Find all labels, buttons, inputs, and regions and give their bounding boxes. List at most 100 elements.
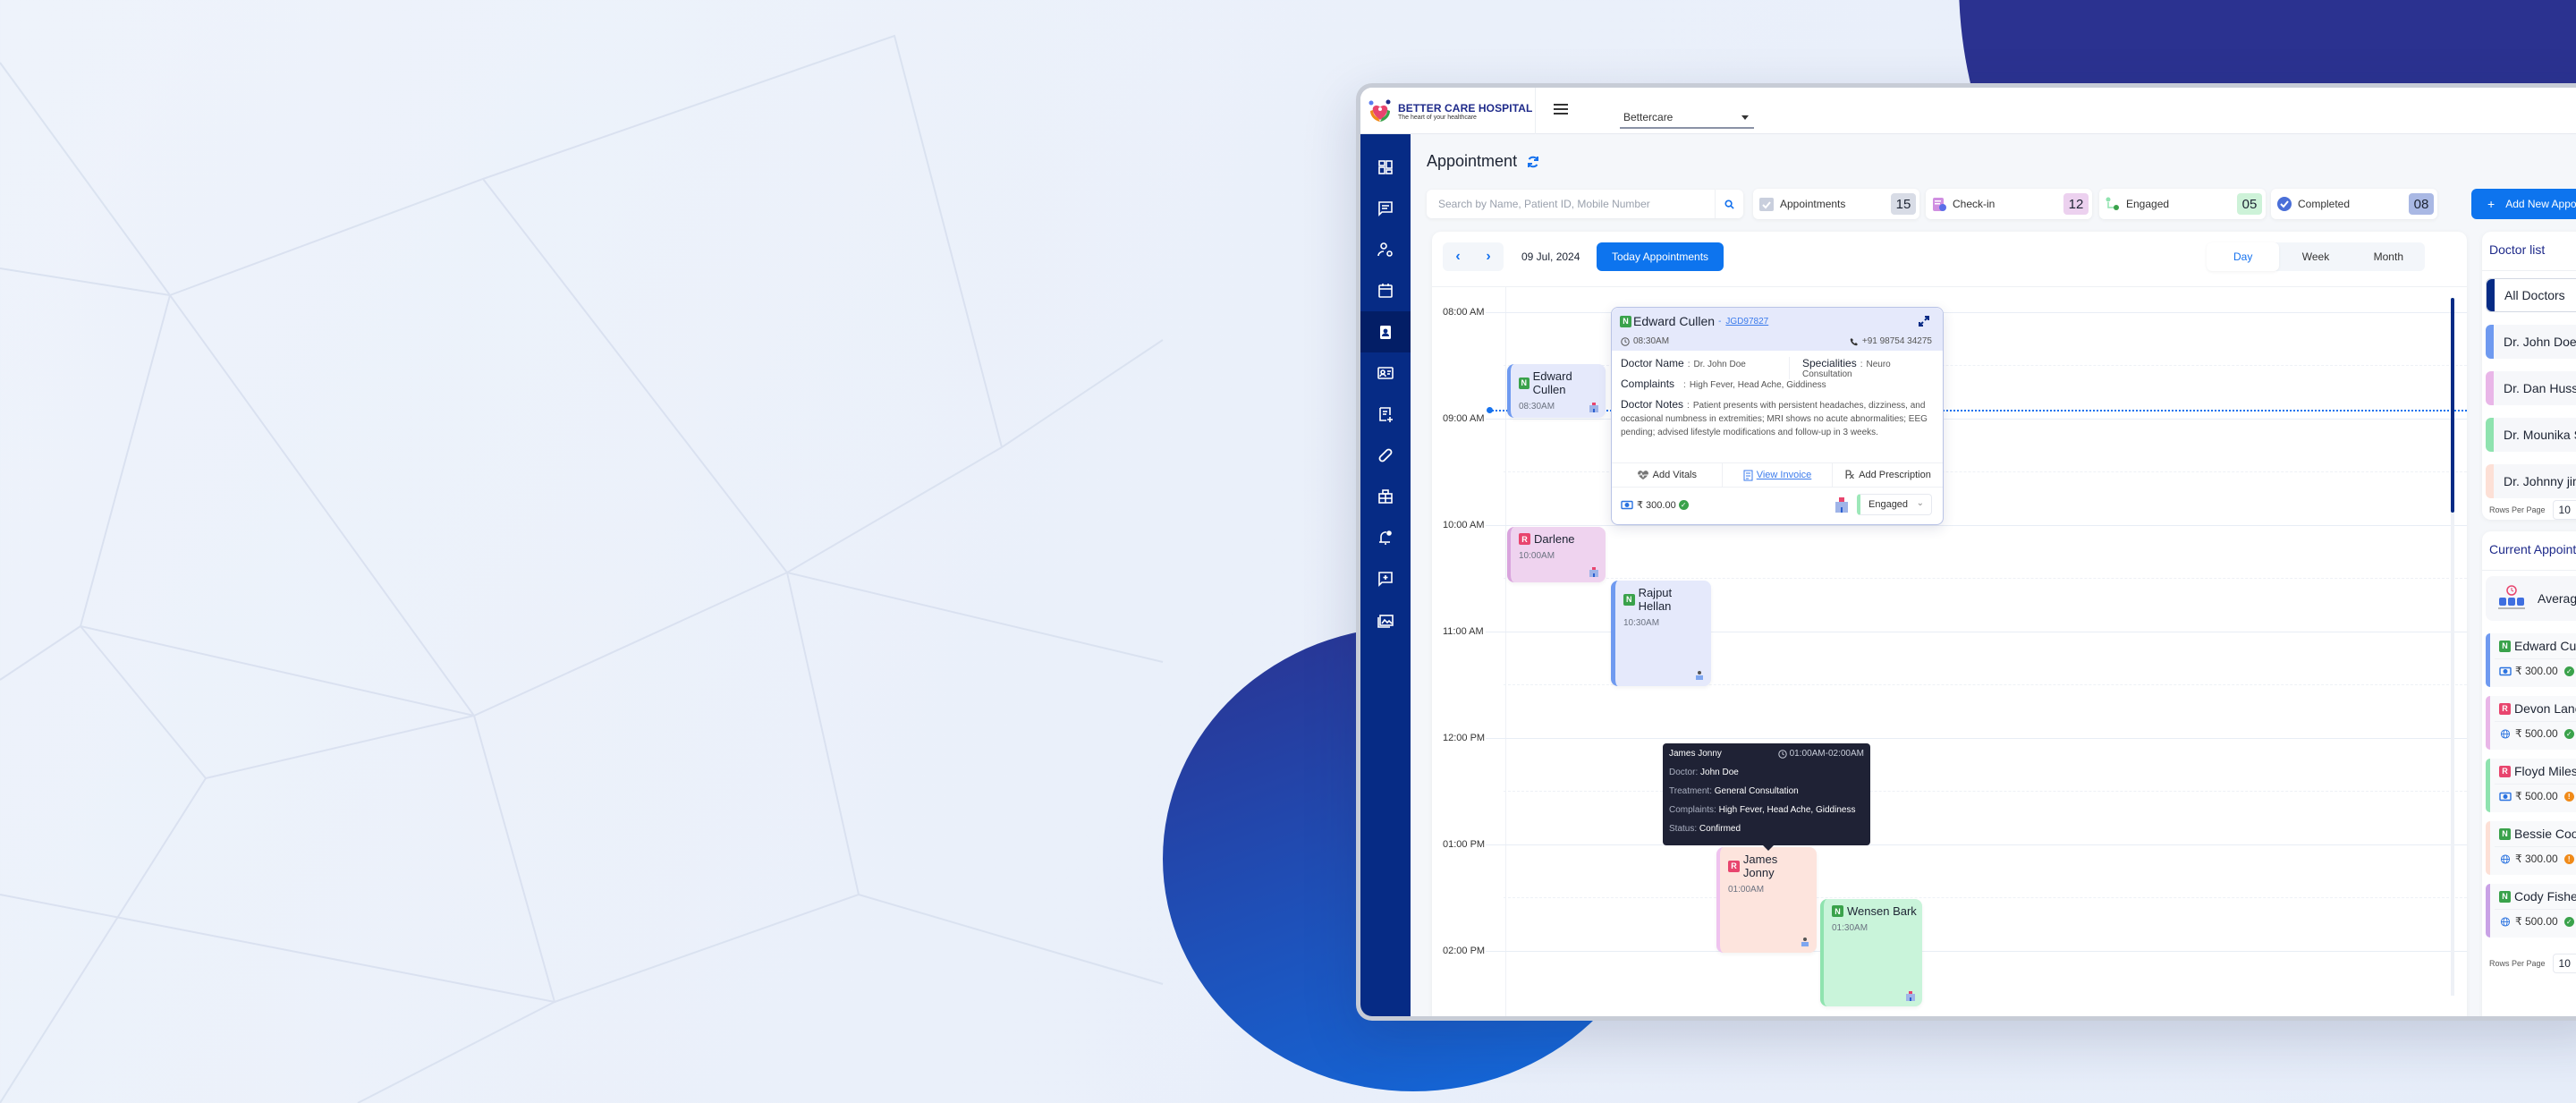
appointment-block[interactable]: R Darlene 10:00AM — [1507, 527, 1606, 582]
new-patient-badge: N — [1620, 315, 1631, 327]
doctor-item[interactable]: Dr. Dan Hussy — [2486, 371, 2576, 405]
tooltip-complaints-label: Complaints: — [1669, 805, 1716, 815]
online-consultation-icon — [1696, 671, 1703, 680]
menu-toggle-icon[interactable] — [1554, 104, 1568, 115]
sidebar-item-dashboard[interactable] — [1360, 147, 1411, 188]
check-circle-icon — [2277, 197, 2292, 211]
day-grid: 08:00 AM 09:00 AM 10:00 AM 11:00 AM 12:0… — [1432, 287, 2467, 1016]
stat-label: Completed — [2298, 198, 2351, 210]
popover-actions: Add Vitals View Invoice ℞ Add Prescripti… — [1612, 462, 1943, 488]
logo-title: BETTER CARE HOSPITAL — [1398, 101, 1533, 115]
branch-select-value: Bettercare — [1623, 111, 1674, 123]
clipboard-check-icon — [1933, 198, 1946, 211]
current-appointment-item[interactable]: NBessie Cooper ₹ 300.00! — [2486, 821, 2576, 875]
refresh-icon[interactable] — [1526, 155, 1540, 169]
stat-completed[interactable]: Completed 08 — [2271, 189, 2437, 219]
patient-name: Devon Lane — [2514, 701, 2576, 716]
search-input[interactable] — [1427, 190, 1715, 218]
sidebar-item-patient-card[interactable] — [1360, 352, 1411, 394]
time-gutter-divider — [1505, 287, 1506, 1016]
globe-online-icon — [2500, 728, 2511, 739]
branch-select[interactable]: Bettercare — [1620, 107, 1754, 129]
sidebar-item-add-record[interactable] — [1360, 394, 1411, 435]
sidebar-item-hospital[interactable] — [1360, 476, 1411, 517]
sidebar-item-notifications[interactable] — [1360, 517, 1411, 558]
amount: ₹ 500.00 — [2515, 790, 2558, 802]
appointment-block[interactable]: R James Jonny 01:00AM — [1716, 847, 1817, 953]
heart-hands-logo-icon — [1368, 99, 1391, 122]
current-appointment-item[interactable]: N Cody Fisher ₹ 500.00 ✓ — [2486, 884, 2576, 938]
logo-subtitle: The heart of your healthcare — [1398, 114, 1477, 121]
hospital-logo[interactable]: BETTER CARE HOSPITAL The heart of your h… — [1360, 88, 1536, 134]
stat-label: Check-in — [1953, 198, 1996, 210]
notification-icon — [1379, 530, 1392, 545]
tab-day[interactable]: Day — [2207, 242, 2280, 271]
sidebar-item-gallery[interactable] — [1360, 599, 1411, 641]
chevron-left-icon[interactable]: ‹ — [1455, 249, 1460, 265]
today-appointments-button[interactable]: Today Appointments — [1597, 242, 1724, 271]
stat-count: 15 — [1891, 193, 1916, 215]
chevron-down-icon: ⌄ — [1916, 498, 1924, 508]
hospital-visit-icon — [1906, 991, 1915, 1001]
patient-name: Edward Cullen — [2514, 639, 2576, 653]
stat-engaged[interactable]: Engaged 05 — [2099, 189, 2266, 219]
complaints-value: High Fever, Head Ache, Giddiness — [1689, 380, 1826, 390]
rows-per-page-select[interactable]: 10 — [2552, 954, 2576, 973]
sidebar-item-calendar[interactable] — [1360, 270, 1411, 311]
stat-appointments[interactable]: Appointments 15 — [1753, 189, 1919, 219]
sidebar-item-user-settings[interactable] — [1360, 229, 1411, 270]
complaints-label: Complaints — [1621, 378, 1675, 390]
doctor-name-label: Doctor Name — [1621, 357, 1684, 369]
doctor-item[interactable]: Dr. John Doe — [2486, 325, 2576, 359]
appointment-block[interactable]: N Rajput Hellan 10:30AM — [1611, 581, 1711, 686]
search-button[interactable] — [1715, 190, 1743, 218]
paid-check-icon: ✓ — [2563, 666, 2574, 676]
patient-id-link[interactable]: JGD97827 — [1725, 317, 1768, 327]
doctor-name: Dr. Mounika S — [2504, 428, 2576, 442]
tab-week[interactable]: Week — [2279, 242, 2351, 271]
status-select[interactable]: Engaged ⌄ — [1857, 494, 1932, 515]
tooltip-status-value: Confirmed — [1699, 824, 1741, 834]
doctor-item[interactable]: Dr. Johnny jim — [2486, 464, 2576, 498]
sidebar-item-pharmacy[interactable] — [1360, 435, 1411, 476]
expand-icon[interactable] — [1918, 315, 1930, 327]
people-network-icon — [2106, 197, 2119, 210]
tooltip-patient-name: James Jonny — [1669, 749, 1722, 759]
new-patient-badge: N — [1623, 593, 1635, 606]
current-appointment-item[interactable]: NEdward Cullen ₹ 300.00 ✓ — [2486, 633, 2576, 687]
doctor-name: Dr. Johnny jim — [2504, 474, 2576, 488]
doctor-item[interactable]: Dr. Mounika S — [2486, 418, 2576, 452]
appointment-patient-name: Rajput Hellan — [1638, 586, 1673, 613]
add-new-appointment-button[interactable]: + Add New Appointment — [2471, 189, 2576, 219]
caret-down-icon — [1741, 115, 1749, 120]
doctor-item-all[interactable]: All Doctors — [2486, 278, 2576, 312]
popover-amount: ₹ 300.00 — [1637, 499, 1676, 511]
tab-month[interactable]: Month — [2352, 242, 2425, 271]
phone-icon — [1850, 337, 1858, 345]
stat-check-in[interactable]: Check-in 12 — [1926, 189, 2092, 219]
sidebar-item-feedback[interactable] — [1360, 558, 1411, 599]
stat-count: 08 — [2409, 193, 2434, 215]
app-window: BETTER CARE HOSPITAL The heart of your h… — [1356, 83, 2576, 1021]
hour-line — [1486, 738, 2467, 739]
calendar-panel: ‹ › 09 Jul, 2024 Today Appointments Day … — [1432, 232, 2467, 1016]
sidebar-item-messages[interactable] — [1360, 188, 1411, 229]
calendar-check-icon — [1759, 198, 1774, 211]
current-appointment-item[interactable]: R Floyd Miles ₹ 500.00! — [2486, 759, 2576, 812]
appointment-block[interactable]: N Wensen Bark 01:30AM — [1820, 899, 1922, 1006]
current-appointment-item[interactable]: R Devon Lane ₹ 500.00 ✓ — [2486, 696, 2576, 750]
calendar-icon — [1378, 284, 1393, 298]
average-label: Average — [2538, 591, 2576, 606]
scrollbar-thumb[interactable] — [2451, 298, 2454, 513]
view-invoice-link[interactable]: View Invoice — [1723, 463, 1834, 487]
tooltip-treatment-value: General Consultation — [1714, 786, 1799, 796]
search-box — [1427, 190, 1743, 218]
appointment-block[interactable]: N Edward Cullen 08:30AM — [1507, 364, 1606, 418]
add-vitals-button[interactable]: Add Vitals — [1612, 463, 1723, 487]
add-prescription-button[interactable]: ℞ Add Prescription — [1833, 463, 1943, 487]
chevron-right-icon[interactable]: › — [1486, 249, 1490, 265]
rows-per-page-select[interactable]: 10 — [2552, 500, 2576, 520]
tooltip-time-value: 01:00AM-02:00AM — [1789, 749, 1864, 759]
sidebar-item-appointments[interactable] — [1360, 311, 1411, 352]
popover-footer: ₹ 300.00 ✓ Engaged ⌄ — [1612, 488, 1943, 522]
